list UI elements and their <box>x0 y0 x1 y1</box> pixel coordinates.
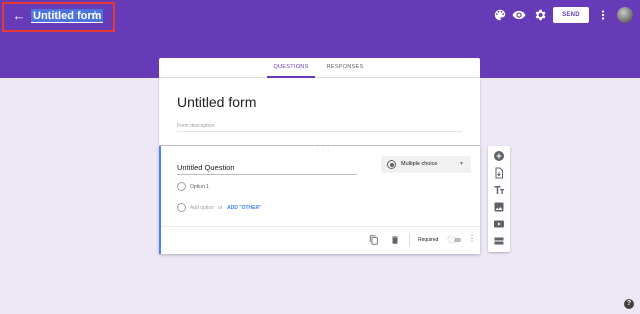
help-icon[interactable]: ? <box>624 299 634 309</box>
footer-separator <box>409 234 410 246</box>
toggle-knob <box>448 236 455 243</box>
question-type-label: Multiple choice <box>401 161 438 167</box>
or-label: or <box>218 205 223 211</box>
add-image-icon[interactable] <box>493 201 505 213</box>
delete-trash-icon[interactable] <box>390 235 400 245</box>
drag-handle-icon[interactable]: ⋮⋮⋮ <box>315 147 332 153</box>
add-section-icon[interactable] <box>493 235 505 247</box>
duplicate-icon[interactable] <box>369 235 379 245</box>
tab-responses[interactable]: RESPONSES <box>322 58 368 78</box>
add-option-radio-icon <box>177 203 186 212</box>
radio-button-icon <box>387 160 396 169</box>
option-1-field[interactable]: Option 1 <box>190 184 209 190</box>
question-title-field[interactable]: Untitled Question <box>177 163 357 175</box>
required-label: Required <box>418 237 439 243</box>
more-options-icon[interactable]: ⋮ <box>468 234 476 243</box>
more-vert-icon[interactable] <box>598 8 608 22</box>
top-toolbar: ← Untitled form ☆ SEND <box>0 0 640 32</box>
add-other-link[interactable]: ADD "OTHER" <box>227 205 261 211</box>
settings-gear-icon[interactable] <box>533 8 547 22</box>
tab-questions[interactable]: QUESTIONS <box>267 58 315 78</box>
add-title-icon[interactable] <box>493 184 505 196</box>
preview-eye-icon[interactable] <box>512 8 526 22</box>
add-option-field[interactable]: Add option <box>190 205 214 211</box>
form-header-card: Untitled form Form description <box>159 78 480 145</box>
send-button[interactable]: SEND <box>553 7 589 23</box>
palette-icon[interactable] <box>493 8 507 22</box>
question-card: ⋮⋮⋮ Untitled Question Multiple choice ▼ … <box>159 146 480 254</box>
form-description-field[interactable]: Form description <box>177 123 214 129</box>
side-toolbar <box>488 146 510 252</box>
footer-divider <box>161 226 480 227</box>
add-question-icon[interactable] <box>493 150 505 162</box>
form-tabs: QUESTIONS RESPONSES <box>159 58 480 78</box>
dropdown-arrow-icon: ▼ <box>459 161 464 167</box>
import-questions-icon[interactable] <box>493 167 505 179</box>
required-toggle[interactable] <box>448 236 462 243</box>
annotation-highlight-box <box>2 2 115 32</box>
option-radio-icon <box>177 182 186 191</box>
description-underline <box>177 131 462 132</box>
question-type-dropdown[interactable]: Multiple choice ▼ <box>381 156 471 173</box>
add-video-icon[interactable] <box>493 218 505 230</box>
form-title[interactable]: Untitled form <box>177 94 256 110</box>
avatar[interactable] <box>617 7 633 23</box>
